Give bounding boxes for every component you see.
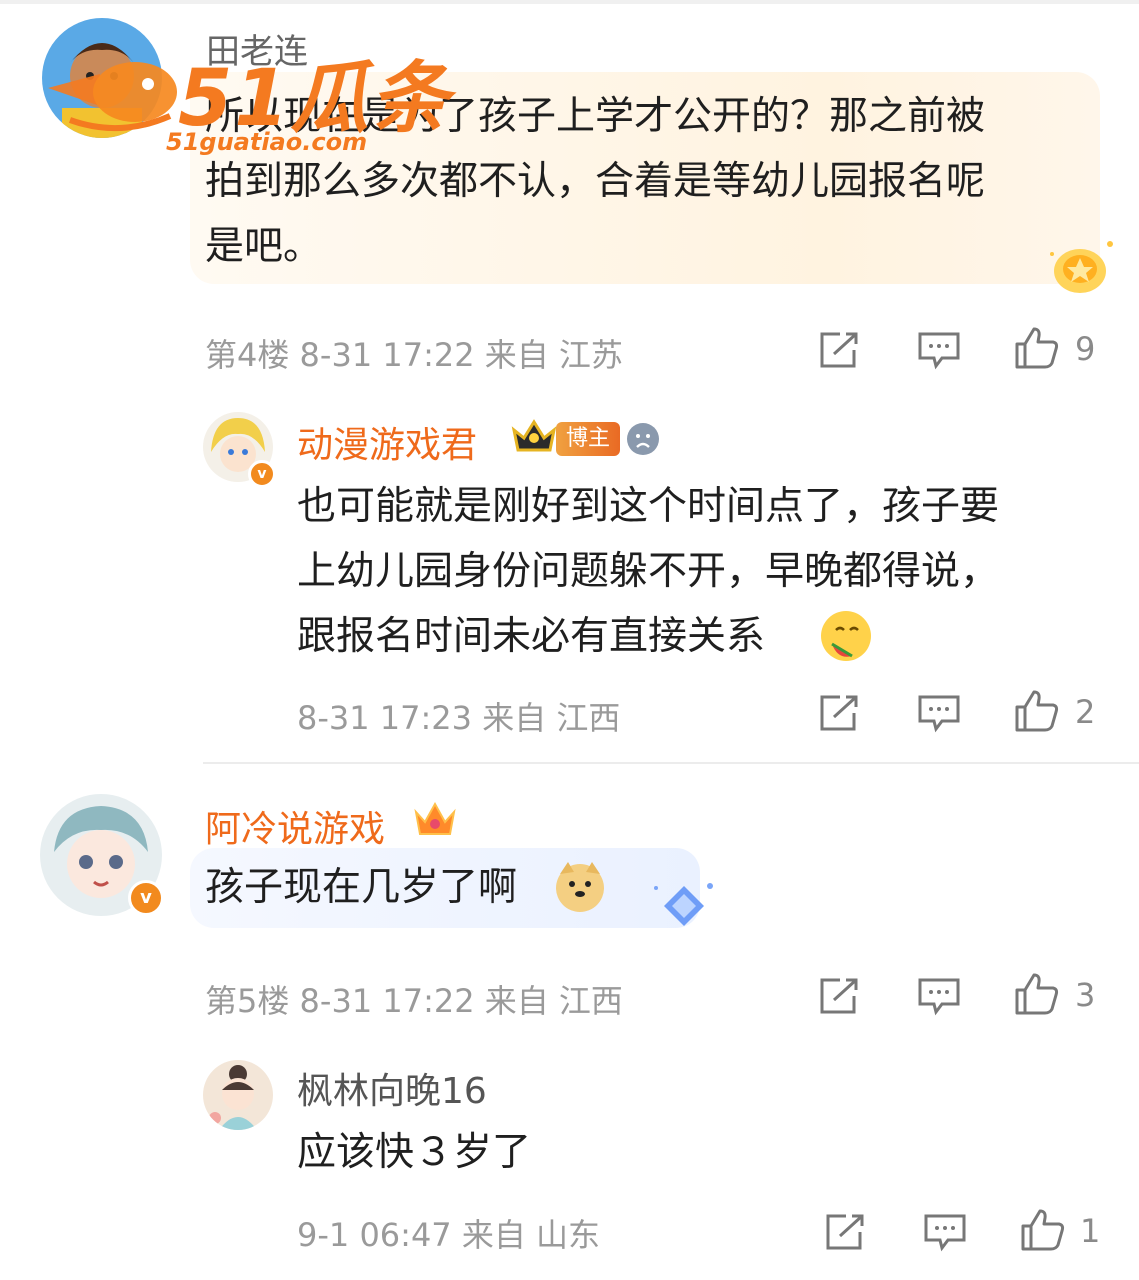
comment-meta: 第4楼 8-31 17:22 来自 江苏 xyxy=(205,330,623,376)
comment-line: 上幼儿园身份问题躲不开，早晚都得说， xyxy=(297,549,1000,594)
like-button[interactable] xyxy=(1014,326,1060,374)
location: 江西 xyxy=(556,699,621,737)
timestamp: 8-31 17:22 xyxy=(299,982,475,1020)
timestamp: 8-31 17:23 xyxy=(297,699,473,737)
like-button[interactable] xyxy=(1020,1208,1066,1256)
gold-star-badge-icon xyxy=(1040,236,1120,300)
eating-melon-emoji-icon xyxy=(818,608,874,668)
comment-line: 拍到那么多次都不认，合着是等幼儿园报名呢 xyxy=(205,159,986,204)
from-label: 来自 xyxy=(484,336,549,374)
blue-diamond-badge-icon xyxy=(640,876,720,940)
comment-line: 应该快３岁了 xyxy=(297,1130,532,1175)
username[interactable]: 枫林向晚16 xyxy=(297,1062,487,1114)
from-label: 来自 xyxy=(484,982,549,1020)
comment-line: 跟报名时间未必有直接关系 xyxy=(297,604,1097,669)
comment-meta: 第5楼 8-31 17:22 来自 江西 xyxy=(205,976,623,1022)
floor-number: 第4楼 xyxy=(205,336,290,374)
doge-emoji-icon xyxy=(552,858,608,918)
share-icon xyxy=(820,695,858,731)
share-button[interactable] xyxy=(818,693,862,737)
verified-badge-icon: v xyxy=(128,880,164,916)
comment-button[interactable] xyxy=(916,693,962,737)
like-button[interactable] xyxy=(1014,972,1060,1020)
like-count: 3 xyxy=(1075,976,1096,1014)
comment-icon xyxy=(918,978,960,1016)
share-icon xyxy=(820,332,858,368)
username[interactable]: 阿冷说游戏 xyxy=(205,800,385,852)
top-divider xyxy=(0,0,1139,4)
comment-button[interactable] xyxy=(916,330,962,374)
location: 江西 xyxy=(558,982,623,1020)
comment-button[interactable] xyxy=(916,976,962,1020)
timestamp: 9-1 06:47 xyxy=(297,1216,452,1254)
share-icon xyxy=(820,978,858,1014)
comment-line-text: 跟报名时间未必有直接关系 xyxy=(297,614,766,659)
comment-icon xyxy=(918,695,960,733)
comment-text: 孩子现在几岁了啊 xyxy=(205,855,705,920)
share-button[interactable] xyxy=(824,1212,868,1256)
thumbs-up-icon xyxy=(1015,690,1059,732)
comment-meta: 8-31 17:23 来自 江西 xyxy=(297,693,620,739)
share-icon xyxy=(826,1214,864,1250)
thumbs-up-icon xyxy=(1015,327,1059,369)
from-label: 来自 xyxy=(461,1216,526,1254)
verified-badge-icon: v xyxy=(248,460,276,488)
comment-button[interactable] xyxy=(922,1212,968,1256)
location: 山东 xyxy=(536,1216,601,1254)
share-button[interactable] xyxy=(818,976,862,1020)
comment-meta: 9-1 06:47 来自 山东 xyxy=(297,1210,600,1256)
floor-number: 第5楼 xyxy=(205,982,290,1020)
username[interactable]: 动漫游戏君 xyxy=(297,416,477,468)
timestamp: 8-31 17:22 xyxy=(299,336,475,374)
comment-icon xyxy=(918,332,960,370)
comment-icon xyxy=(924,1214,966,1252)
comment-line: 是吧。 xyxy=(205,224,323,269)
share-button[interactable] xyxy=(818,330,862,374)
from-label: 来自 xyxy=(482,699,547,737)
watermark-url: 51guatiao.com xyxy=(166,128,368,156)
crown-vip-icon xyxy=(412,800,458,844)
thumbs-up-icon xyxy=(1021,1209,1065,1251)
location: 江苏 xyxy=(558,336,623,374)
sad-face-icon xyxy=(626,422,660,460)
avatar[interactable] xyxy=(203,1060,273,1130)
like-count: 9 xyxy=(1075,330,1096,368)
like-count: 1 xyxy=(1080,1212,1101,1250)
comment-line: 孩子现在几岁了啊 xyxy=(205,865,518,910)
blogger-badge: 博主 xyxy=(556,422,621,456)
comment-text: 也可能就是刚好到这个时间点了，孩子要 上幼儿园身份问题躲不开，早晚都得说， 跟报… xyxy=(297,474,1097,669)
like-count: 2 xyxy=(1075,693,1096,731)
thumbs-up-icon xyxy=(1015,973,1059,1015)
comment-divider xyxy=(203,762,1139,764)
crown-level-icon xyxy=(510,416,558,460)
like-button[interactable] xyxy=(1014,689,1060,737)
comment-line: 也可能就是刚好到这个时间点了，孩子要 xyxy=(297,484,1000,529)
comment-text: 应该快３岁了 xyxy=(297,1120,1077,1185)
